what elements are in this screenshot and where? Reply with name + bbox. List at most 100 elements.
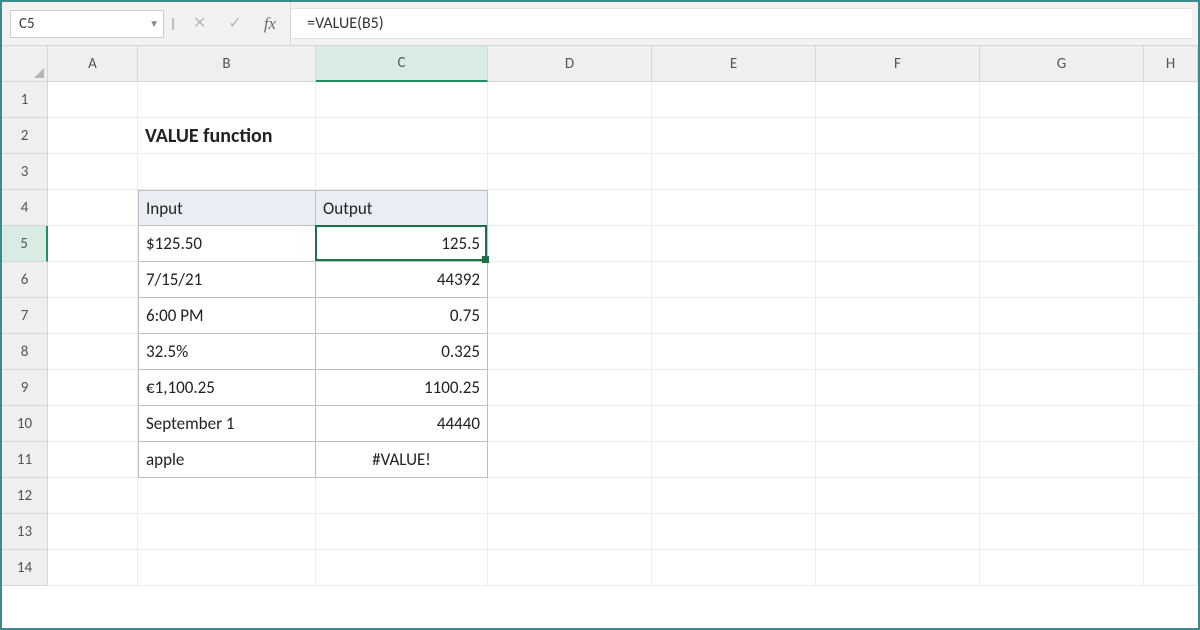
cell-A13[interactable]	[48, 514, 138, 550]
cell-B11[interactable]: apple	[138, 442, 316, 478]
cell-B6[interactable]: 7/15/21	[138, 262, 316, 298]
cell-B9[interactable]: €1,100.25	[138, 370, 316, 406]
cell-A3[interactable]	[48, 154, 138, 190]
cell-H14[interactable]	[1144, 550, 1198, 586]
cell-G11[interactable]	[980, 442, 1144, 478]
cell-H4[interactable]	[1144, 190, 1198, 226]
cell-E10[interactable]	[652, 406, 816, 442]
cell-D12[interactable]	[488, 478, 652, 514]
column-header-H[interactable]: H	[1144, 46, 1198, 82]
cell-C6[interactable]: 44392	[316, 262, 488, 298]
cell-E3[interactable]	[652, 154, 816, 190]
cell-H8[interactable]	[1144, 334, 1198, 370]
column-header-D[interactable]: D	[488, 46, 652, 82]
cell-B2[interactable]: VALUE function	[138, 118, 316, 154]
cell-A1[interactable]	[48, 82, 138, 118]
cell-D9[interactable]	[488, 370, 652, 406]
cell-G3[interactable]	[980, 154, 1144, 190]
cell-C9[interactable]: 1100.25	[316, 370, 488, 406]
formula-input[interactable]: =VALUE(B5)	[291, 8, 1192, 39]
cell-D13[interactable]	[488, 514, 652, 550]
cell-B4[interactable]: Input	[138, 190, 316, 226]
cell-E9[interactable]	[652, 370, 816, 406]
row-header-5[interactable]: 5	[2, 226, 48, 262]
cell-F2[interactable]	[816, 118, 980, 154]
row-header-4[interactable]: 4	[2, 190, 48, 226]
column-header-C[interactable]: C	[316, 46, 488, 82]
cell-D3[interactable]	[488, 154, 652, 190]
cell-G6[interactable]	[980, 262, 1144, 298]
select-all-corner[interactable]	[2, 46, 48, 82]
row-header-10[interactable]: 10	[2, 406, 48, 442]
cell-H5[interactable]	[1144, 226, 1198, 262]
cell-E8[interactable]	[652, 334, 816, 370]
cell-C5[interactable]: 125.5	[316, 226, 488, 262]
row-header-6[interactable]: 6	[2, 262, 48, 298]
name-box[interactable]: C5 ▼	[10, 10, 164, 38]
cell-G9[interactable]	[980, 370, 1144, 406]
cell-C11[interactable]: #VALUE!	[316, 442, 488, 478]
cell-D2[interactable]	[488, 118, 652, 154]
cell-E6[interactable]	[652, 262, 816, 298]
cell-C8[interactable]: 0.325	[316, 334, 488, 370]
cell-E11[interactable]	[652, 442, 816, 478]
cell-G7[interactable]	[980, 298, 1144, 334]
row-header-12[interactable]: 12	[2, 478, 48, 514]
cell-H2[interactable]	[1144, 118, 1198, 154]
cell-H9[interactable]	[1144, 370, 1198, 406]
cell-A4[interactable]	[48, 190, 138, 226]
cell-H12[interactable]	[1144, 478, 1198, 514]
cell-D14[interactable]	[488, 550, 652, 586]
cell-B5[interactable]: $125.50	[138, 226, 316, 262]
column-header-A[interactable]: A	[48, 46, 138, 82]
fx-icon[interactable]: fx	[264, 15, 276, 32]
cell-C3[interactable]	[316, 154, 488, 190]
cell-F11[interactable]	[816, 442, 980, 478]
row-header-8[interactable]: 8	[2, 334, 48, 370]
cell-H6[interactable]	[1144, 262, 1198, 298]
cell-G5[interactable]	[980, 226, 1144, 262]
cell-G12[interactable]	[980, 478, 1144, 514]
cell-B10[interactable]: September 1	[138, 406, 316, 442]
column-header-E[interactable]: E	[652, 46, 816, 82]
cell-G4[interactable]	[980, 190, 1144, 226]
cell-C10[interactable]: 44440	[316, 406, 488, 442]
row-header-13[interactable]: 13	[2, 514, 48, 550]
cell-G2[interactable]	[980, 118, 1144, 154]
cell-B13[interactable]	[138, 514, 316, 550]
cell-A12[interactable]	[48, 478, 138, 514]
cell-H10[interactable]	[1144, 406, 1198, 442]
cell-D4[interactable]	[488, 190, 652, 226]
row-header-3[interactable]: 3	[2, 154, 48, 190]
cell-G14[interactable]	[980, 550, 1144, 586]
cell-F13[interactable]	[816, 514, 980, 550]
cell-C7[interactable]: 0.75	[316, 298, 488, 334]
cell-F5[interactable]	[816, 226, 980, 262]
cell-D7[interactable]	[488, 298, 652, 334]
cell-D10[interactable]	[488, 406, 652, 442]
cell-C4[interactable]: Output	[316, 190, 488, 226]
cancel-icon[interactable]: ✕	[193, 16, 206, 32]
cell-B3[interactable]	[138, 154, 316, 190]
cell-G1[interactable]	[980, 82, 1144, 118]
cell-C13[interactable]	[316, 514, 488, 550]
cell-C1[interactable]	[316, 82, 488, 118]
row-header-9[interactable]: 9	[2, 370, 48, 406]
column-header-B[interactable]: B	[138, 46, 316, 82]
cell-A7[interactable]	[48, 298, 138, 334]
cell-F4[interactable]	[816, 190, 980, 226]
cell-A2[interactable]	[48, 118, 138, 154]
cell-F10[interactable]	[816, 406, 980, 442]
cell-B1[interactable]	[138, 82, 316, 118]
row-header-2[interactable]: 2	[2, 118, 48, 154]
enter-icon[interactable]: ✓	[228, 16, 241, 32]
cell-D1[interactable]	[488, 82, 652, 118]
chevron-down-icon[interactable]: ▼	[149, 17, 159, 30]
cell-H11[interactable]	[1144, 442, 1198, 478]
cell-B8[interactable]: 32.5%	[138, 334, 316, 370]
cell-F8[interactable]	[816, 334, 980, 370]
cell-F6[interactable]	[816, 262, 980, 298]
cell-F1[interactable]	[816, 82, 980, 118]
cell-F12[interactable]	[816, 478, 980, 514]
cell-C2[interactable]	[316, 118, 488, 154]
